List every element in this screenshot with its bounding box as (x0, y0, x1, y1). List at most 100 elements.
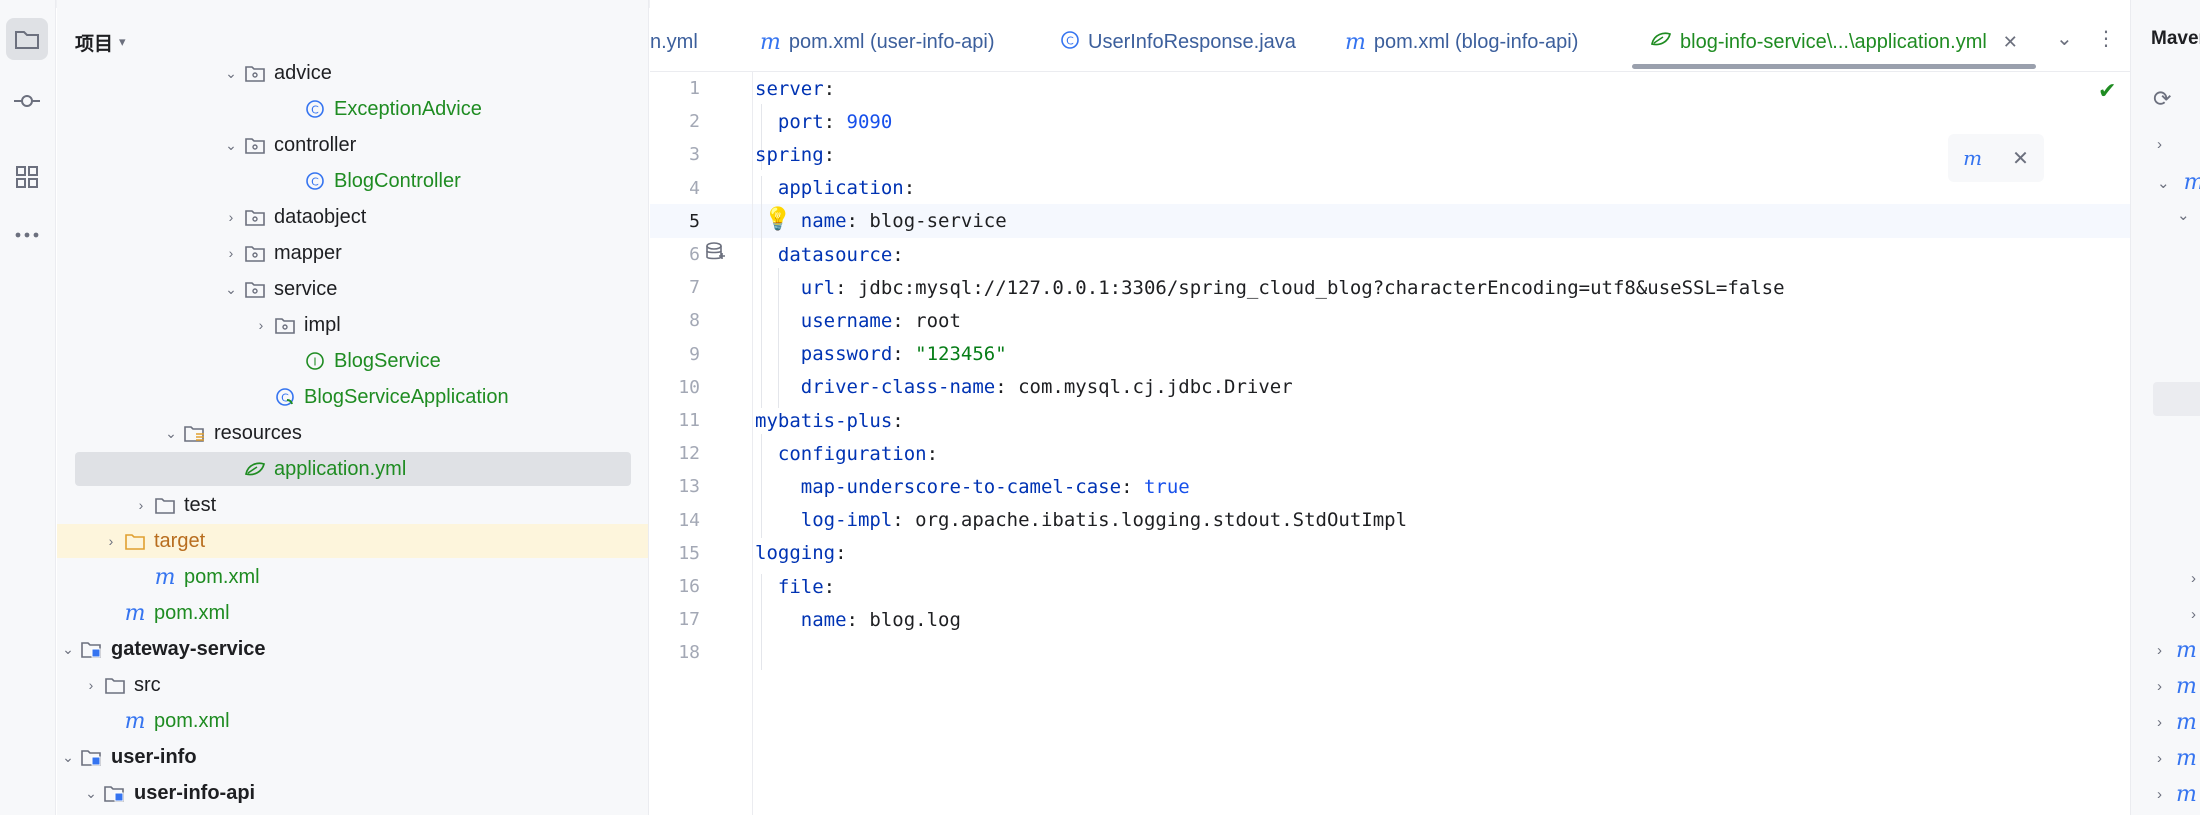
svg-text:I: I (313, 356, 316, 369)
tree-item-label: user-info (111, 745, 197, 768)
code-line[interactable]: 9 password: "123456" (650, 338, 2130, 371)
chevron-right-icon[interactable]: › (220, 209, 242, 225)
tree-item[interactable]: application.yml (57, 452, 648, 486)
line-number: 12 (678, 443, 700, 465)
code-line[interactable]: 14 log-impl: org.apache.ibatis.logging.s… (650, 504, 2130, 537)
code-line[interactable]: 11 mybatis-plus: (650, 404, 2130, 437)
tree-item[interactable]: C BlogServiceApplication (57, 380, 648, 414)
chevron-down-icon[interactable]: ⌄ (57, 749, 79, 766)
chevron-down-icon[interactable]: ⌄ (220, 281, 242, 298)
code-line[interactable]: 15 logging: (650, 537, 2130, 570)
tree-item-label: dataobject (274, 205, 367, 228)
chevron-right-icon[interactable]: › (80, 677, 102, 693)
chevron-down-icon[interactable]: ⌄ (220, 137, 242, 154)
tree-item[interactable]: › mapper (57, 236, 648, 270)
tree-item-label: advice (274, 61, 332, 84)
code-line[interactable]: 7 url: jdbc:mysql://127.0.0.1:3306/sprin… (650, 271, 2130, 304)
more-tools-icon[interactable] (6, 214, 48, 256)
maven-tree-item[interactable]: › m (2157, 782, 2197, 807)
package-icon (242, 242, 268, 264)
editor-tab[interactable]: n.yml (650, 22, 698, 62)
chevron-right-icon[interactable]: › (100, 533, 122, 549)
code-line[interactable]: 2 port: 9090 (650, 105, 2130, 138)
tree-item[interactable]: › src (57, 668, 648, 702)
chevron-right-icon[interactable]: › (250, 317, 272, 333)
tree-item[interactable]: ⌄ controller (57, 128, 648, 162)
maven-tree-item[interactable]: › m (2157, 638, 2197, 663)
maven-tree-item[interactable]: ⌄ (2177, 206, 2190, 224)
maven-tree-item[interactable]: › (2191, 570, 2196, 587)
maven-tree-item[interactable]: › (2157, 136, 2162, 153)
chevron-down-icon[interactable]: ⌄ (160, 425, 182, 442)
tree-item[interactable]: ⌄ resources (57, 416, 648, 450)
code-line[interactable]: 18 (650, 636, 2130, 669)
line-number: 15 (678, 542, 700, 564)
tree-item[interactable]: ⌄ gateway-service (57, 632, 648, 666)
no-problems-check-icon[interactable]: ✔ (2098, 78, 2116, 104)
code-line[interactable]: 3 spring: (650, 138, 2130, 171)
code-line[interactable]: 5 name: blog-service (650, 205, 2130, 238)
code-line[interactable]: 6 datasource: (650, 238, 2130, 271)
close-icon[interactable]: ✕ (2012, 146, 2029, 171)
code-line[interactable]: 10 driver-class-name: com.mysql.cj.jdbc.… (650, 371, 2130, 404)
more-vertical-icon[interactable]: ⋮ (2096, 26, 2116, 51)
package-icon (242, 206, 268, 228)
maven-reload-icon[interactable]: m (1963, 146, 1982, 170)
project-folder-icon[interactable] (6, 18, 48, 60)
tree-item[interactable]: › impl (57, 308, 648, 342)
tree-item[interactable]: › target (57, 524, 648, 558)
editor-tab[interactable]: C UserInfoResponse.java (1060, 22, 1296, 62)
code-line[interactable]: 16 file: (650, 570, 2130, 603)
svg-text:C: C (281, 392, 289, 405)
chevron-down-icon[interactable]: ⌄ (2056, 26, 2073, 51)
chevron-right-icon[interactable]: › (130, 497, 152, 513)
code-line[interactable]: 8 username: root (650, 304, 2130, 337)
editor-tab[interactable]: m pom.xml (blog-info-api) (1345, 22, 1578, 62)
tree-item[interactable]: m pom.xml (57, 560, 648, 594)
structure-icon[interactable] (6, 156, 48, 198)
code-line[interactable]: 1 server: (650, 72, 2130, 105)
tree-item-label: ExceptionAdvice (334, 97, 482, 120)
tree-item[interactable]: m pom.xml (57, 596, 648, 630)
maven-tree-item[interactable]: › (2191, 606, 2196, 623)
project-view-selector[interactable]: 项目 ▾ (75, 26, 126, 58)
chevron-down-icon[interactable]: ⌄ (57, 641, 79, 658)
tree-item[interactable]: › dataobject (57, 200, 648, 234)
package-icon (272, 314, 298, 336)
code-text: username: root (800, 309, 961, 332)
chevron-down-icon[interactable]: ⌄ (80, 785, 102, 802)
reload-icon[interactable]: ⟳ (2153, 86, 2171, 112)
tree-item[interactable]: ⌄ service (57, 272, 648, 306)
chevron-right-icon[interactable]: › (220, 245, 242, 261)
maven-tree-item[interactable]: › m (2157, 710, 2197, 735)
tree-item[interactable]: ⌄ user-info (57, 740, 648, 774)
code-line[interactable]: 12 configuration: (650, 437, 2130, 470)
tree-item[interactable]: ⌄ user-info-api (57, 776, 648, 810)
tree-item[interactable]: ⌄ advice (57, 56, 648, 90)
lightbulb-icon[interactable]: 💡 (764, 206, 791, 232)
tree-item[interactable]: C ExceptionAdvice (57, 92, 648, 126)
class-icon: C (302, 170, 328, 192)
maven-tree-item[interactable]: › m (2157, 674, 2197, 699)
code-text: logging: (755, 542, 847, 565)
tree-item[interactable]: › test (57, 488, 648, 522)
tree-item[interactable]: I BlogService (57, 344, 648, 378)
commit-icon[interactable] (6, 80, 48, 122)
tree-item[interactable]: m pom.xml (57, 704, 648, 738)
maven-tree-item[interactable]: › m (2157, 746, 2197, 771)
code-line[interactable]: 13 map-underscore-to-camel-case: true (650, 470, 2130, 503)
code-line[interactable]: 17 name: blog.log (650, 603, 2130, 636)
maven-selected-item[interactable] (2153, 382, 2200, 416)
code-line[interactable]: 4 application: (650, 172, 2130, 205)
yaml-file-icon (1650, 30, 1672, 54)
maven-icon: m (124, 600, 146, 626)
editor-tab[interactable]: m pom.xml (user-info-api) (760, 22, 994, 62)
tree-item-label: pom.xml (154, 601, 230, 624)
maven-tree-item[interactable]: ⌄m (2157, 170, 2200, 195)
tree-item[interactable]: C BlogController (57, 164, 648, 198)
close-icon[interactable]: ✕ (2003, 32, 2018, 53)
chevron-down-icon[interactable]: ⌄ (220, 65, 242, 82)
editor-tab[interactable]: blog-info-service\...\application.yml ✕ (1650, 22, 2018, 62)
line-number: 8 (689, 310, 700, 332)
database-icon[interactable] (704, 241, 726, 269)
